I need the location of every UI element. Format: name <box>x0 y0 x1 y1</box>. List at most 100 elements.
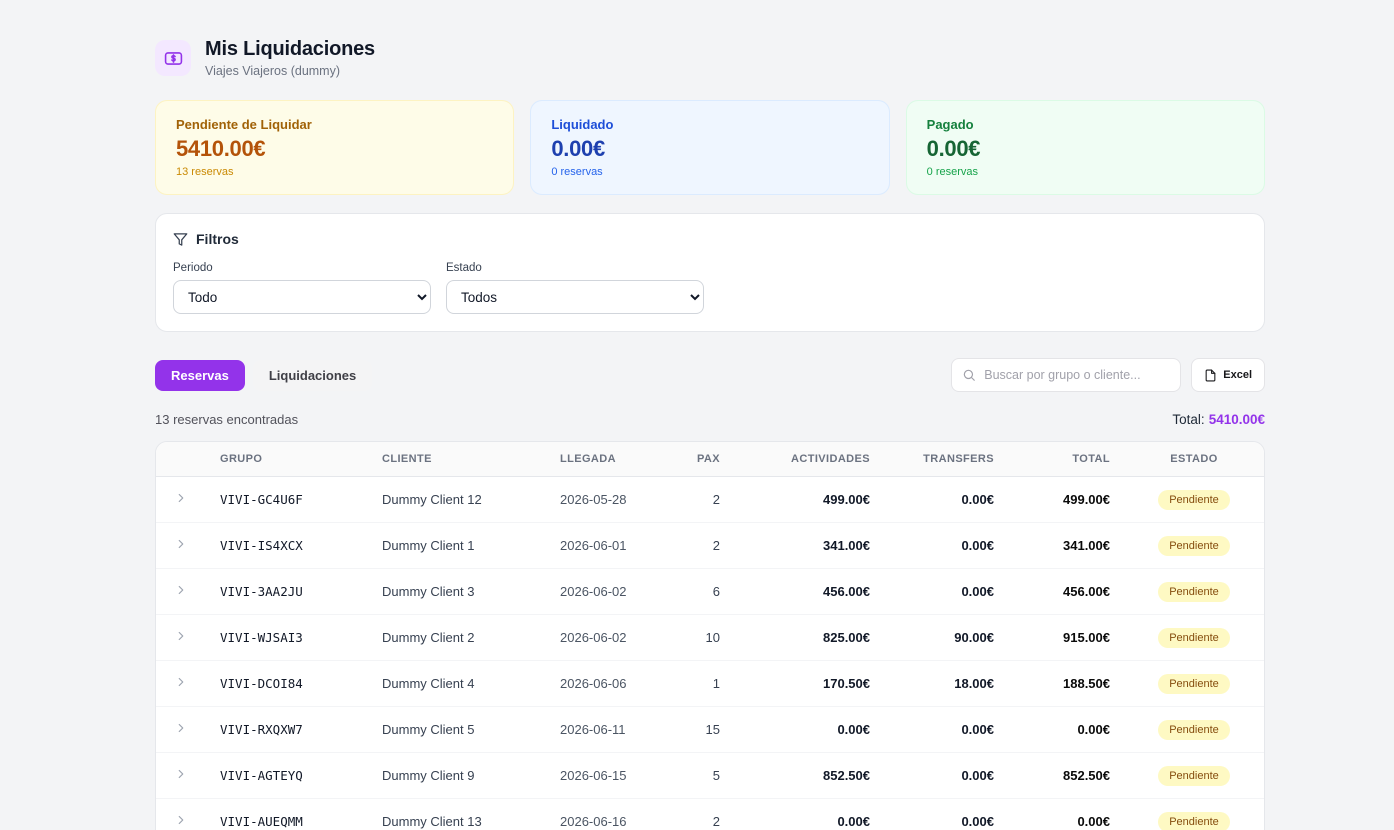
table-row[interactable]: VIVI-DCOI84 Dummy Client 4 2026-06-06 1 … <box>156 661 1265 707</box>
total-value: 5410.00€ <box>1209 412 1265 427</box>
cell-transfers: 0.00€ <box>882 523 1006 569</box>
status-badge: Pendiente <box>1158 490 1230 510</box>
filter-field-periodo: Periodo Todo <box>173 262 431 314</box>
cell-actividades: 825.00€ <box>732 615 882 661</box>
cell-actividades: 0.00€ <box>732 799 882 830</box>
cell-transfers: 0.00€ <box>882 569 1006 615</box>
card-sub: 13 reservas <box>176 166 493 178</box>
cell-actividades: 341.00€ <box>732 523 882 569</box>
status-badge: Pendiente <box>1158 628 1230 648</box>
cell-actividades: 170.50€ <box>732 661 882 707</box>
status-badge: Pendiente <box>1158 582 1230 602</box>
cell-actividades: 852.50€ <box>732 753 882 799</box>
search-input[interactable] <box>984 368 1170 382</box>
cell-pax: 5 <box>666 753 732 799</box>
money-icon <box>155 40 191 76</box>
tabs: Reservas Liquidaciones <box>155 360 372 391</box>
cell-total: 499.00€ <box>1006 477 1122 523</box>
cell-transfers: 90.00€ <box>882 615 1006 661</box>
expand-row-icon[interactable] <box>174 537 188 551</box>
card-value: 5410.00€ <box>176 136 493 162</box>
expand-row-icon[interactable] <box>174 629 188 643</box>
cell-grupo: VIVI-WJSAI3 <box>208 615 370 661</box>
results-count: 13 reservas encontradas <box>155 412 298 427</box>
periodo-select[interactable]: Todo <box>173 280 431 314</box>
cell-transfers: 0.00€ <box>882 707 1006 753</box>
cell-pax: 15 <box>666 707 732 753</box>
cell-transfers: 0.00€ <box>882 477 1006 523</box>
filters-panel: Filtros Periodo Todo Estado Todos <box>155 213 1265 332</box>
table-row[interactable]: VIVI-IS4XCX Dummy Client 1 2026-06-01 2 … <box>156 523 1265 569</box>
cell-llegada: 2026-06-01 <box>548 523 666 569</box>
cell-pax: 6 <box>666 569 732 615</box>
table-row[interactable]: VIVI-RXQXW7 Dummy Client 5 2026-06-11 15… <box>156 707 1265 753</box>
cell-transfers: 0.00€ <box>882 753 1006 799</box>
toolbar: Reservas Liquidaciones Excel <box>155 358 1265 392</box>
card-sub: 0 reservas <box>551 166 868 178</box>
cell-cliente: Dummy Client 2 <box>370 615 548 661</box>
cell-grupo: VIVI-DCOI84 <box>208 661 370 707</box>
summary-card-liquidado: Liquidado 0.00€ 0 reservas <box>530 100 889 195</box>
cell-actividades: 499.00€ <box>732 477 882 523</box>
cell-llegada: 2026-06-06 <box>548 661 666 707</box>
cell-total: 915.00€ <box>1006 615 1122 661</box>
cell-transfers: 0.00€ <box>882 799 1006 830</box>
status-badge: Pendiente <box>1158 536 1230 556</box>
estado-select[interactable]: Todos <box>446 280 704 314</box>
expand-row-icon[interactable] <box>174 813 188 827</box>
card-label: Pendiente de Liquidar <box>176 117 493 132</box>
table-row[interactable]: VIVI-WJSAI3 Dummy Client 2 2026-06-02 10… <box>156 615 1265 661</box>
cell-total: 341.00€ <box>1006 523 1122 569</box>
expand-row-icon[interactable] <box>174 767 188 781</box>
page-header: Mis Liquidaciones Viajes Viajeros (dummy… <box>155 38 1265 78</box>
card-value: 0.00€ <box>927 136 1244 162</box>
cell-pax: 10 <box>666 615 732 661</box>
expand-row-icon[interactable] <box>174 491 188 505</box>
page: Mis Liquidaciones Viajes Viajeros (dummy… <box>155 0 1265 830</box>
tab-reservas[interactable]: Reservas <box>155 360 245 391</box>
toolbar-right: Excel <box>951 358 1265 392</box>
expand-row-icon[interactable] <box>174 583 188 597</box>
summary-cards: Pendiente de Liquidar 5410.00€ 13 reserv… <box>155 100 1265 195</box>
table-row[interactable]: VIVI-3AA2JU Dummy Client 3 2026-06-02 6 … <box>156 569 1265 615</box>
excel-label: Excel <box>1223 369 1252 381</box>
excel-button[interactable]: Excel <box>1191 358 1265 392</box>
status-badge: Pendiente <box>1158 720 1230 740</box>
search-icon <box>962 368 976 382</box>
cell-llegada: 2026-06-02 <box>548 569 666 615</box>
card-label: Liquidado <box>551 117 868 132</box>
card-value: 0.00€ <box>551 136 868 162</box>
cell-grupo: VIVI-AGTEYQ <box>208 753 370 799</box>
periodo-label: Periodo <box>173 262 431 274</box>
table-row[interactable]: VIVI-AUEQMM Dummy Client 13 2026-06-16 2… <box>156 799 1265 830</box>
search-box <box>951 358 1181 392</box>
summary-card-pendiente: Pendiente de Liquidar 5410.00€ 13 reserv… <box>155 100 514 195</box>
expand-row-icon[interactable] <box>174 721 188 735</box>
total-label: Total: <box>1172 412 1204 427</box>
col-cliente: CLIENTE <box>370 442 548 477</box>
cell-cliente: Dummy Client 13 <box>370 799 548 830</box>
cell-cliente: Dummy Client 1 <box>370 523 548 569</box>
summary-card-pagado: Pagado 0.00€ 0 reservas <box>906 100 1265 195</box>
page-header-text: Mis Liquidaciones Viajes Viajeros (dummy… <box>205 38 375 78</box>
cell-pax: 1 <box>666 661 732 707</box>
table-body: VIVI-GC4U6F Dummy Client 12 2026-05-28 2… <box>156 477 1265 830</box>
cell-cliente: Dummy Client 12 <box>370 477 548 523</box>
page-subtitle: Viajes Viajeros (dummy) <box>205 64 375 78</box>
filters-title-label: Filtros <box>196 231 239 247</box>
table-row[interactable]: VIVI-AGTEYQ Dummy Client 9 2026-06-15 5 … <box>156 753 1265 799</box>
filter-funnel-icon <box>173 232 188 247</box>
col-expand <box>156 442 208 477</box>
cell-cliente: Dummy Client 5 <box>370 707 548 753</box>
estado-label: Estado <box>446 262 704 274</box>
cell-grupo: VIVI-AUEQMM <box>208 799 370 830</box>
col-total: TOTAL <box>1006 442 1122 477</box>
expand-row-icon[interactable] <box>174 675 188 689</box>
card-label: Pagado <box>927 117 1244 132</box>
table-row[interactable]: VIVI-GC4U6F Dummy Client 12 2026-05-28 2… <box>156 477 1265 523</box>
cell-llegada: 2026-06-02 <box>548 615 666 661</box>
cell-actividades: 456.00€ <box>732 569 882 615</box>
cell-pax: 2 <box>666 799 732 830</box>
status-badge: Pendiente <box>1158 674 1230 694</box>
tab-liquidaciones[interactable]: Liquidaciones <box>253 360 372 391</box>
